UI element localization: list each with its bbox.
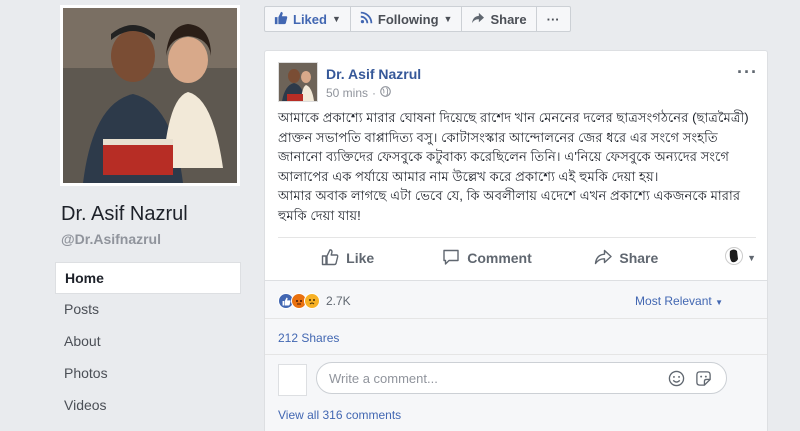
post-options-icon[interactable]: ··· (737, 62, 758, 83)
share-page-button[interactable]: Share (462, 6, 537, 32)
react-as-selector[interactable]: ▼ (696, 246, 756, 270)
chevron-down-icon: ▼ (331, 14, 341, 24)
reaction-count: 2.7K (326, 294, 351, 308)
post-time-text[interactable]: 50 mins (326, 86, 368, 100)
share-count-link[interactable]: 212 Shares (278, 331, 339, 345)
page-nav: Home Posts About Photos Videos (55, 262, 241, 422)
like-button[interactable]: Like (278, 248, 417, 269)
post-paragraph: আমাকে প্রকাশ্যে মারার ঘোষনা দিয়েছে রাশে… (278, 110, 749, 184)
post-author-avatar[interactable] (278, 62, 318, 102)
view-comments-row: View all 316 comments (265, 402, 767, 431)
more-options-button[interactable]: ··· (536, 6, 571, 32)
nav-item-photos[interactable]: Photos (55, 358, 241, 390)
like-label: Like (346, 250, 375, 266)
share-arrow-icon (471, 12, 485, 27)
globe-icon[interactable] (380, 86, 391, 100)
more-icon: ··· (546, 11, 560, 27)
post-timestamp: 50 mins · (326, 86, 391, 100)
chevron-down-icon: ▼ (715, 298, 723, 307)
following-button[interactable]: Following ▼ (350, 6, 463, 32)
chevron-down-icon: ▼ (747, 253, 756, 263)
nav-item-videos[interactable]: Videos (55, 390, 241, 422)
nav-item-posts[interactable]: Posts (55, 294, 241, 326)
share-button[interactable]: Share (557, 249, 696, 268)
post-actions: Like Comment Share ▼ (278, 238, 756, 278)
share-label: Share (490, 11, 527, 27)
commenter-avatar (278, 364, 307, 396)
comment-button[interactable]: Comment (417, 248, 556, 269)
comment-icon (442, 248, 460, 269)
emoji-icon[interactable] (668, 370, 685, 392)
sad-reaction-icon (304, 293, 320, 309)
thumbs-up-icon (274, 11, 288, 28)
thumbs-up-icon (321, 248, 339, 269)
page-action-bar: Liked ▼ Following ▼ Share ··· (264, 6, 571, 32)
following-label: Following (377, 11, 439, 27)
chevron-down-icon: ▼ (443, 14, 453, 24)
profile-photo[interactable] (60, 5, 240, 186)
share-arrow-icon (594, 249, 613, 268)
comment-sort-dropdown[interactable]: Most Relevant ▼ (635, 294, 723, 308)
liked-label: Liked (293, 11, 327, 27)
reactions-row: 2.7K Most Relevant ▼ (265, 280, 767, 318)
comment-composer (265, 354, 767, 402)
user-avatar-icon (725, 246, 744, 270)
comment-input[interactable] (316, 362, 727, 394)
shares-row: 212 Shares (265, 318, 767, 354)
reaction-summary[interactable]: 2.7K (278, 293, 351, 309)
liked-button[interactable]: Liked ▼ (264, 6, 351, 32)
view-all-comments-link[interactable]: View all 316 comments (278, 408, 401, 422)
post-paragraph: আমার অবাক লাগছে এটা ভেবে যে, কি অবলীলায়… (278, 188, 741, 223)
post-author-name[interactable]: Dr. Asif Nazrul (326, 66, 421, 82)
nav-item-about[interactable]: About (55, 326, 241, 358)
post-card: Dr. Asif Nazrul 50 mins · ··· আমাকে প্রক… (264, 50, 768, 431)
share-label: Share (619, 250, 659, 266)
sticker-icon[interactable] (695, 370, 712, 392)
sort-label: Most Relevant (635, 294, 712, 308)
nav-item-home[interactable]: Home (55, 262, 241, 294)
page-handle[interactable]: @Dr.Asifnazrul (61, 231, 161, 247)
rss-icon (360, 11, 373, 27)
page-name[interactable]: Dr. Asif Nazrul (61, 203, 188, 226)
post-body: আমাকে প্রকাশ্যে মারার ঘোষনা দিয়েছে রাশে… (278, 108, 754, 225)
time-separator: · (372, 86, 377, 100)
comment-input-icons (668, 370, 712, 392)
comment-label: Comment (467, 250, 532, 266)
